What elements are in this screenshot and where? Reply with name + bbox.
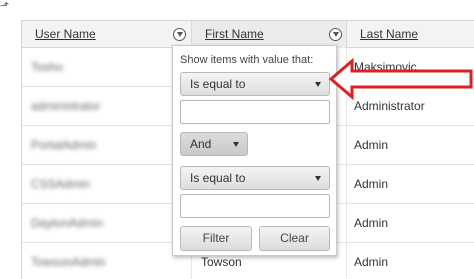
column-filter-menu: Show items with value that: Is equal to … bbox=[172, 45, 337, 256]
column-label-first-name[interactable]: First Name bbox=[205, 27, 264, 41]
operator-1-value: Is equal to bbox=[190, 77, 246, 91]
cell-user-name: PortalAdmin bbox=[22, 126, 192, 165]
cell-last-name: Admin bbox=[354, 216, 389, 230]
logic-dropdown[interactable]: And bbox=[180, 132, 248, 156]
dropdown-arrow-icon bbox=[315, 82, 321, 87]
cell-user-name: DaytonAdmin bbox=[22, 204, 192, 243]
filter-caption: Show items with value that: bbox=[180, 54, 314, 66]
user-name-text: administrator bbox=[31, 99, 101, 113]
filter-icon-active[interactable] bbox=[329, 28, 342, 41]
clear-button[interactable]: Clear bbox=[259, 226, 330, 251]
operator-2-value: Is equal to bbox=[190, 171, 246, 185]
grid-header: User Name First Name Last Name bbox=[22, 21, 474, 49]
user-name-text: CSSAdmin bbox=[31, 177, 90, 191]
column-label-user-name[interactable]: User Name bbox=[35, 27, 96, 41]
column-label-last-name[interactable]: Last Name bbox=[360, 27, 418, 41]
annotation-arrow-icon bbox=[328, 58, 473, 100]
cell-last-name: Admin bbox=[354, 255, 389, 269]
cell-user-name: administrator bbox=[22, 87, 192, 126]
cell-user-name: Tosho bbox=[22, 48, 192, 87]
user-name-text: TowsonAdmin bbox=[31, 255, 106, 269]
dropdown-arrow-icon bbox=[315, 176, 321, 181]
cell-last-name: Admin bbox=[354, 177, 389, 191]
operator-dropdown-2[interactable]: Is equal to bbox=[180, 166, 330, 190]
user-name-text: DaytonAdmin bbox=[31, 216, 104, 230]
dropdown-arrow-icon bbox=[233, 142, 239, 147]
operator-dropdown-1[interactable]: Is equal to bbox=[180, 72, 330, 96]
cell-user-name: TowsonAdmin bbox=[22, 243, 192, 279]
column-header-first-name[interactable]: First Name bbox=[192, 21, 347, 49]
filter-button[interactable]: Filter bbox=[180, 226, 252, 251]
filter-icon[interactable] bbox=[173, 28, 186, 41]
column-header-last-name[interactable]: Last Name bbox=[347, 21, 474, 48]
logic-value: And bbox=[190, 137, 212, 151]
top-bar: ⬏ bbox=[0, 0, 474, 16]
filter-value-input-2[interactable] bbox=[180, 194, 330, 218]
user-name-text: Tosho bbox=[31, 60, 64, 74]
cell-last-name: Admin bbox=[354, 138, 389, 152]
user-name-text: PortalAdmin bbox=[31, 138, 97, 152]
column-header-user-name[interactable]: User Name bbox=[22, 21, 192, 48]
cell-user-name: CSSAdmin bbox=[22, 165, 192, 204]
corner-arrow-icon: ⬏ bbox=[0, 0, 10, 12]
filter-value-input-1[interactable] bbox=[180, 100, 330, 124]
